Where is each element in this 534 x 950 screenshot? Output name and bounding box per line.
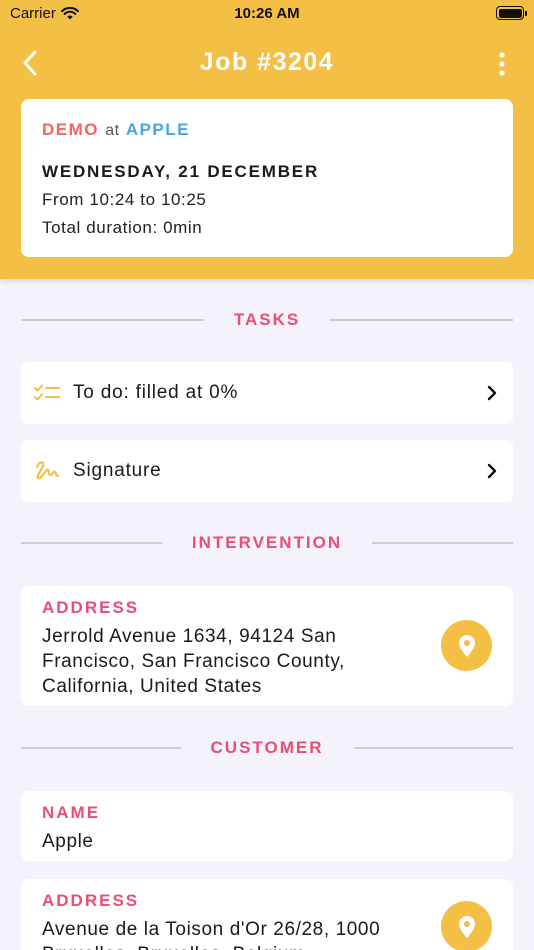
map-pin-button[interactable] <box>441 901 492 950</box>
job-duration: Total duration: 0min <box>42 218 203 237</box>
status-bar: Carrier 10:26 AM <box>0 0 534 28</box>
divider <box>21 319 204 321</box>
address-label: ADDRESS <box>42 598 140 617</box>
job-summary-card: DEMO at APPLE WEDNESDAY, 21 DECEMBER Fro… <box>21 99 513 257</box>
intervention-address-card: ADDRESS Jerrold Avenue 1634, 94124 San F… <box>21 586 513 706</box>
customer-name-card: NAME Apple <box>21 791 513 861</box>
map-pin-icon <box>458 634 475 657</box>
chevron-right-icon <box>484 461 500 481</box>
divider <box>353 747 514 749</box>
map-pin-icon <box>458 915 475 938</box>
header: Carrier 10:26 AM Job #3204 DEMO at APPLE… <box>0 0 534 279</box>
section-title-intervention: INTERVENTION <box>191 533 343 552</box>
page-title: Job #3204 <box>199 48 335 76</box>
divider <box>21 542 162 544</box>
job-project-line: DEMO at APPLE <box>42 120 492 140</box>
customer-address-card: ADDRESS Avenue de la Toison d'Or 26/28, … <box>21 879 513 950</box>
job-time-range: From 10:24 to 10:25 <box>42 190 207 209</box>
customer-name: Apple <box>42 831 94 852</box>
section-title-tasks: TASKS <box>233 310 301 329</box>
divider <box>372 542 514 544</box>
section-header-intervention: INTERVENTION <box>21 531 514 555</box>
task-label: Signature <box>73 460 162 481</box>
chevron-right-icon <box>484 383 500 403</box>
section-header-tasks: TASKS <box>21 308 514 332</box>
client-name: APPLE <box>125 120 190 139</box>
project-name: DEMO <box>42 120 99 139</box>
checklist-icon <box>34 380 60 406</box>
divider <box>21 747 181 749</box>
at-label: at <box>105 122 120 139</box>
job-date: WEDNESDAY, 21 DECEMBER <box>42 162 320 181</box>
name-label: NAME <box>42 803 101 822</box>
nav-bar: Job #3204 <box>0 40 534 86</box>
customer-address: Avenue de la Toison d'Or 26/28, 1000 Bru… <box>42 919 381 950</box>
map-pin-button[interactable] <box>441 620 492 671</box>
address-label: ADDRESS <box>42 891 140 910</box>
battery-icon <box>496 6 527 20</box>
section-title-customer: CUSTOMER <box>210 738 324 757</box>
intervention-address: Jerrold Avenue 1634, 94124 San Francisco… <box>42 626 345 697</box>
task-label: To do: filled at 0% <box>73 382 239 403</box>
divider <box>330 319 514 321</box>
more-options-button[interactable] <box>490 50 514 78</box>
task-todo-row[interactable]: To do: filled at 0% <box>21 362 513 424</box>
section-header-customer: CUSTOMER <box>21 736 514 760</box>
task-signature-row[interactable]: Signature <box>21 440 513 502</box>
status-time: 10:26 AM <box>234 5 300 22</box>
signature-icon <box>34 458 60 484</box>
more-vertical-icon <box>499 52 505 76</box>
